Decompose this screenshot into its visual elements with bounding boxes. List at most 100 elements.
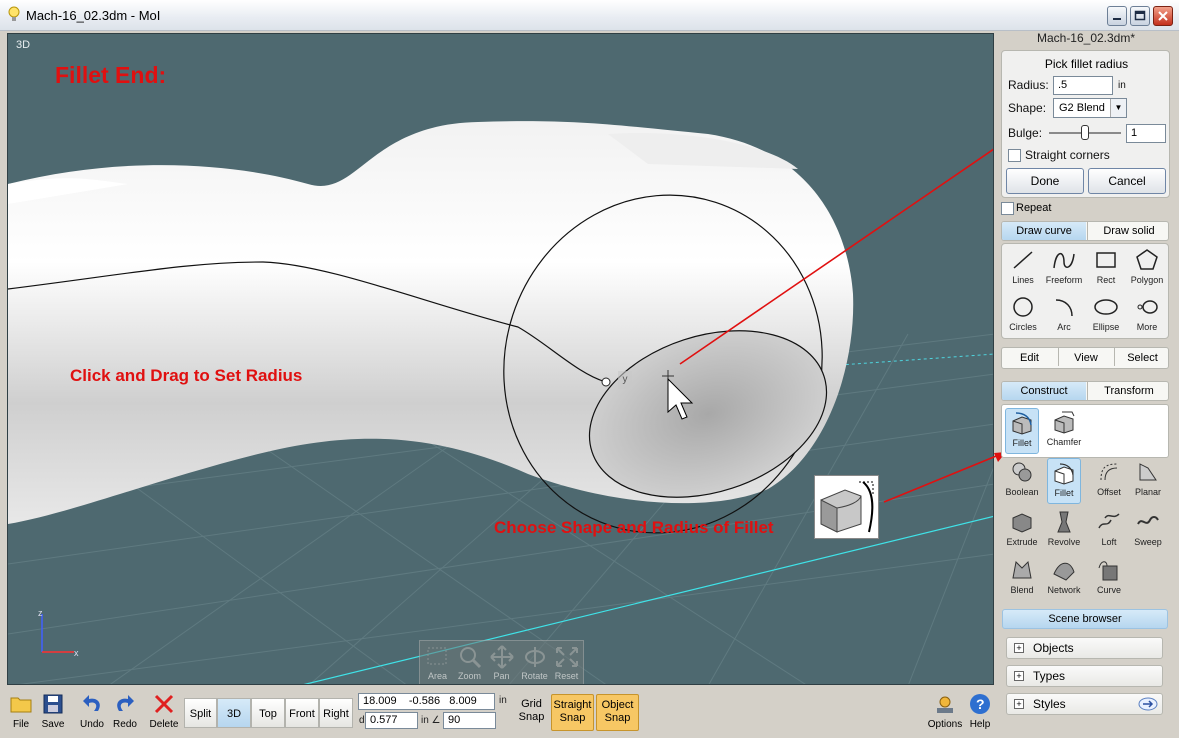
view-split-button[interactable]: Split: [184, 698, 217, 728]
tool-boolean-label: Boolean: [1005, 487, 1039, 497]
tool-more[interactable]: More: [1126, 293, 1168, 339]
tool-loft[interactable]: Loft: [1088, 508, 1130, 554]
undo-button[interactable]: Undo: [75, 691, 109, 737]
radius-input[interactable]: .5: [1053, 76, 1113, 95]
view-front-button[interactable]: Front: [285, 698, 319, 728]
tool-arc[interactable]: Arc: [1043, 293, 1085, 339]
pick-point[interactable]: [601, 377, 611, 387]
bulge-slider-thumb[interactable]: [1081, 125, 1089, 140]
tab-draw-curve[interactable]: Draw curve: [1002, 222, 1086, 240]
more-icon: [1137, 300, 1158, 314]
tab-edit[interactable]: Edit: [1002, 348, 1057, 366]
right-panel: Mach-16_02.3dm* Pick fillet radius Radiu…: [998, 31, 1174, 723]
maximize-button[interactable]: [1130, 6, 1150, 26]
straight-corners-checkbox[interactable]: [1008, 149, 1021, 162]
tool-loft-label: Loft: [1101, 537, 1117, 547]
tool-revolve[interactable]: Revolve: [1043, 508, 1085, 554]
tab-transform[interactable]: Transform: [1087, 382, 1168, 400]
tool-more-label: More: [1136, 322, 1158, 332]
tab-select[interactable]: Select: [1114, 348, 1168, 366]
planar-icon: [1139, 463, 1157, 481]
tool-freeform[interactable]: Freeform: [1043, 246, 1085, 292]
submenu-chamfer[interactable]: Chamfer: [1044, 408, 1084, 454]
coordinate-readout[interactable]: 18.009 -0.586 8.009: [358, 693, 495, 710]
pan-icon: [489, 645, 514, 669]
nav-reset-button[interactable]: Reset: [550, 645, 583, 684]
bulge-input[interactable]: 1: [1126, 124, 1166, 143]
help-button[interactable]: ? Help: [963, 691, 997, 737]
delete-button[interactable]: Delete: [147, 691, 181, 737]
tool-fillet[interactable]: Fillet: [1047, 458, 1081, 504]
tool-polygon[interactable]: Polygon: [1126, 246, 1168, 292]
radius-label: Radius:: [1008, 78, 1049, 92]
bulge-label: Bulge:: [1008, 126, 1043, 140]
tool-extrude[interactable]: Extrude: [1001, 508, 1043, 554]
coord-unit: in: [499, 695, 507, 706]
tool-circles[interactable]: Circles: [1002, 293, 1044, 339]
tool-boolean[interactable]: Boolean: [1001, 458, 1043, 504]
options-button[interactable]: Options: [927, 691, 963, 737]
viewport-3d[interactable]: 3D Fillet End: Click and Drag to Set Rad…: [7, 33, 994, 685]
object-snap-toggle[interactable]: Object Snap: [596, 694, 639, 731]
file-button[interactable]: File: [4, 691, 38, 737]
redo-button[interactable]: Redo: [108, 691, 142, 737]
draw-tools-box: Lines Freeform Rect Polygon Circles Arc …: [1001, 243, 1169, 339]
repeat-checkbox[interactable]: [1001, 202, 1014, 215]
minimize-button[interactable]: [1107, 6, 1127, 26]
save-label: Save: [41, 719, 65, 730]
distance-input[interactable]: 0.577: [365, 712, 418, 729]
nav-area-button[interactable]: Area: [421, 645, 454, 684]
reset-icon: [555, 647, 578, 667]
straight-snap-label-1: Straight: [553, 699, 592, 711]
bottom-toolbar: File Save Undo Redo Delete Split 3D Top …: [0, 688, 1000, 738]
lightbulb-icon: [8, 6, 20, 21]
nav-pan-button[interactable]: Pan: [485, 645, 518, 684]
shape-select[interactable]: G2 Blend ▼: [1053, 98, 1127, 118]
object-snap-label-2: Snap: [604, 712, 631, 724]
cancel-button[interactable]: Cancel: [1088, 168, 1166, 194]
tool-curve[interactable]: Curve: [1088, 556, 1130, 602]
shape-label: Shape:: [1008, 101, 1047, 115]
tool-planar[interactable]: Planar: [1127, 458, 1169, 504]
straight-snap-toggle[interactable]: Straight Snap: [551, 694, 594, 731]
tab-construct[interactable]: Construct: [1002, 382, 1086, 400]
chevron-down-icon: ▼: [1110, 99, 1126, 117]
tool-planar-label: Planar: [1134, 487, 1161, 497]
scene-item-types[interactable]: + Types: [1006, 665, 1163, 687]
nav-zoom-button[interactable]: Zoom: [453, 645, 486, 684]
coord-z: 8.009: [449, 695, 477, 707]
close-button[interactable]: [1153, 6, 1173, 26]
coord-x: 18.009: [363, 695, 397, 707]
tool-blend[interactable]: Blend: [1001, 556, 1043, 602]
save-button[interactable]: Save: [36, 691, 70, 737]
arrow-right-icon[interactable]: [1138, 697, 1158, 711]
view-top-button[interactable]: Top: [251, 698, 285, 728]
view-right-button[interactable]: Right: [319, 698, 353, 728]
tool-network[interactable]: Network: [1043, 556, 1085, 602]
scene-browser-header[interactable]: Scene browser: [1002, 609, 1168, 629]
tool-rect[interactable]: Rect: [1085, 246, 1127, 292]
scene-item-styles[interactable]: + Styles: [1006, 693, 1163, 715]
tool-lines-label: Lines: [1012, 275, 1034, 285]
scene-canvas[interactable]: [8, 34, 994, 685]
tool-ellipse[interactable]: Ellipse: [1085, 293, 1127, 339]
tool-sweep-label: Sweep: [1134, 537, 1162, 547]
fillet-icon: [1054, 463, 1074, 485]
extrude-icon: [1012, 513, 1032, 533]
done-button[interactable]: Done: [1006, 168, 1084, 194]
scene-item-objects[interactable]: + Objects: [1006, 637, 1163, 659]
tool-lines[interactable]: Lines: [1002, 246, 1044, 292]
object-snap-label-1: Object: [601, 699, 634, 711]
grid-snap-toggle[interactable]: Grid Snap: [510, 694, 553, 731]
tool-sweep[interactable]: Sweep: [1127, 508, 1169, 554]
submenu-fillet[interactable]: Fillet: [1005, 408, 1039, 454]
tab-draw-solid[interactable]: Draw solid: [1087, 222, 1168, 240]
tab-view[interactable]: View: [1058, 348, 1113, 366]
mode-tabs: Edit View Select: [1001, 347, 1169, 369]
view-3d-button[interactable]: 3D: [217, 698, 251, 728]
angle-input[interactable]: 90: [443, 712, 496, 729]
tool-network-label: Network: [1047, 585, 1081, 595]
nav-rotate-button[interactable]: Rotate: [518, 645, 551, 684]
tool-offset[interactable]: Offset: [1088, 458, 1130, 504]
delete-label: Delete: [149, 719, 179, 730]
